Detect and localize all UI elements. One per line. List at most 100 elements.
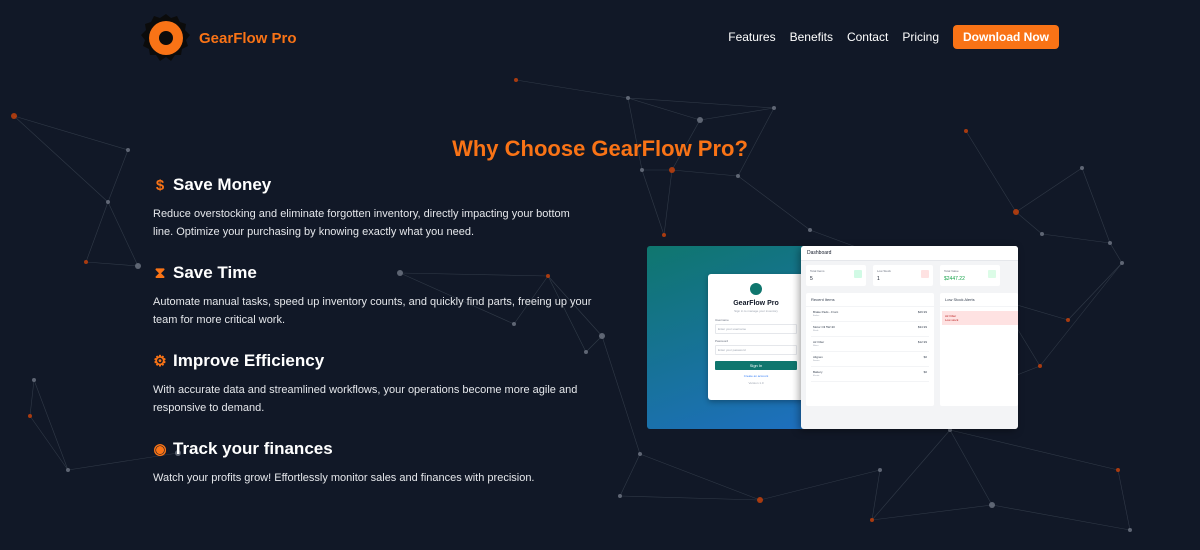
download-now-button[interactable]: Download Now	[953, 25, 1059, 49]
feature-track-finances: ◉ Track your finances Watch your profits …	[153, 438, 593, 487]
network-node	[638, 452, 642, 456]
network-line	[627, 97, 701, 121]
feature-improve-efficiency: ⚙ Improve Efficiency With accurate data a…	[153, 350, 593, 417]
network-line	[1117, 469, 1131, 531]
network-node	[989, 502, 995, 508]
item-category: Brakes	[813, 315, 820, 317]
network-node	[1038, 364, 1042, 368]
network-line	[1109, 242, 1123, 264]
nav-link-benefits[interactable]: Benefits	[790, 25, 833, 49]
stat-cards: Total Items 5 Low Stock 1 Total Value $2…	[806, 265, 1007, 286]
feature-title: Save Money	[173, 175, 272, 194]
feature-save-time: ⧗ Save Time Automate manual tasks, speed …	[153, 262, 593, 329]
section-title: Why Choose GearFlow Pro?	[452, 136, 748, 162]
login-card: GearFlow Pro Sign in to manage your inve…	[708, 274, 804, 400]
network-line	[671, 169, 739, 177]
network-node	[1120, 261, 1124, 265]
item-name: Air Filter	[813, 340, 825, 344]
network-node	[772, 106, 776, 110]
network-node	[599, 333, 605, 339]
create-account-link: Create an account	[743, 374, 769, 378]
app-logo-icon	[750, 283, 762, 295]
network-line	[663, 169, 673, 236]
warning-icon	[921, 270, 929, 278]
item-name: Alignex	[813, 355, 823, 359]
network-node	[32, 378, 36, 382]
recent-items-panel: Recent Items Brake Pads - Front Brakes $29…	[806, 293, 934, 406]
stat-value: 1	[877, 276, 880, 282]
network-line	[85, 261, 139, 267]
feature-text: Automate manual tasks, speed up inventor…	[153, 296, 592, 326]
network-node	[964, 129, 968, 133]
dollar-icon	[988, 270, 996, 278]
network-line	[627, 97, 775, 109]
app-screenshot-mockup: GearFlow Pro Sign in to manage your inve…	[647, 246, 1018, 429]
login-subtitle: Sign in to manage your inventory	[734, 309, 778, 313]
network-node	[11, 113, 17, 119]
network-node	[808, 228, 812, 232]
network-line	[601, 335, 641, 455]
network-line	[871, 429, 951, 521]
dashboard-preview: Dashboard Total Items 5 Low Stock 1 Tota…	[801, 246, 1018, 429]
network-node	[736, 174, 740, 178]
list-item: Brake Pads - Front Brakes $29.99	[811, 307, 929, 322]
low-stock-alert: Air Filter Low stock	[942, 311, 1018, 325]
main-nav: Features Benefits Contact Pricing Downlo…	[714, 25, 1059, 49]
network-line	[619, 495, 761, 501]
network-node	[1013, 209, 1019, 215]
list-item: Air Filter Filters $12.99	[811, 337, 929, 352]
feature-title: Track your finances	[173, 439, 333, 458]
network-line	[1067, 262, 1123, 321]
network-node	[618, 494, 622, 498]
network-node	[1080, 166, 1084, 170]
item-price: $29.99	[917, 310, 927, 314]
stat-card: Total Items 5	[806, 265, 866, 286]
item-name: Brake Pads - Front	[813, 310, 839, 314]
item-price: $0	[923, 355, 927, 359]
list-item: Motor Oil 5W-30 Fluids $34.99	[811, 322, 929, 337]
feature-text: Reduce overstocking and eliminate forgot…	[153, 208, 570, 238]
network-node	[66, 468, 70, 472]
coins-icon: ◉	[153, 441, 167, 458]
network-node	[1116, 468, 1120, 472]
stat-label: Low Stock	[877, 269, 891, 273]
network-node	[135, 263, 141, 269]
recent-items-title: Recent Items	[806, 293, 934, 307]
network-node	[669, 167, 675, 173]
username-label: Username	[715, 318, 729, 322]
list-item: Battery Electric $0	[811, 367, 929, 382]
network-line	[85, 201, 109, 263]
nav-link-features[interactable]: Features	[728, 25, 775, 49]
stat-label: Total Value	[944, 269, 959, 273]
feature-title: Save Time	[173, 263, 257, 282]
gears-icon: ⚙	[153, 353, 167, 370]
network-line	[1039, 262, 1123, 367]
item-price: $0	[923, 370, 927, 374]
network-line	[949, 429, 1119, 471]
feature-save-money: $ Save Money Reduce overstocking and elim…	[153, 174, 593, 241]
item-category: Filters	[813, 345, 819, 347]
network-line	[737, 175, 811, 231]
network-node	[697, 117, 703, 123]
item-name: Motor Oil 5W-30	[813, 325, 835, 329]
network-line	[1015, 211, 1043, 235]
login-title: GearFlow Pro	[733, 300, 779, 307]
site-header: GearFlow Pro Features Benefits Contact P…	[0, 0, 1200, 76]
nav-link-pricing[interactable]: Pricing	[902, 25, 939, 49]
network-node	[514, 78, 518, 82]
brand-name[interactable]: GearFlow Pro	[199, 30, 297, 47]
dollar-icon: $	[155, 176, 165, 194]
low-stock-title: Low Stock Alerts	[940, 293, 1018, 307]
gearflow-logo-icon[interactable]	[140, 12, 192, 64]
feature-text: With accurate data and streamlined workf…	[153, 384, 578, 414]
network-line	[991, 504, 1131, 531]
sign-in-button: Sign In	[715, 361, 797, 370]
network-node	[870, 518, 874, 522]
network-line	[699, 107, 775, 121]
dashboard-title: Dashboard	[801, 246, 1018, 261]
stat-label: Total Items	[810, 269, 825, 273]
nav-link-contact[interactable]: Contact	[847, 25, 888, 49]
network-line	[639, 453, 761, 501]
feature-text: Watch your profits grow! Effortlessly mo…	[153, 472, 535, 484]
network-node	[640, 168, 644, 172]
